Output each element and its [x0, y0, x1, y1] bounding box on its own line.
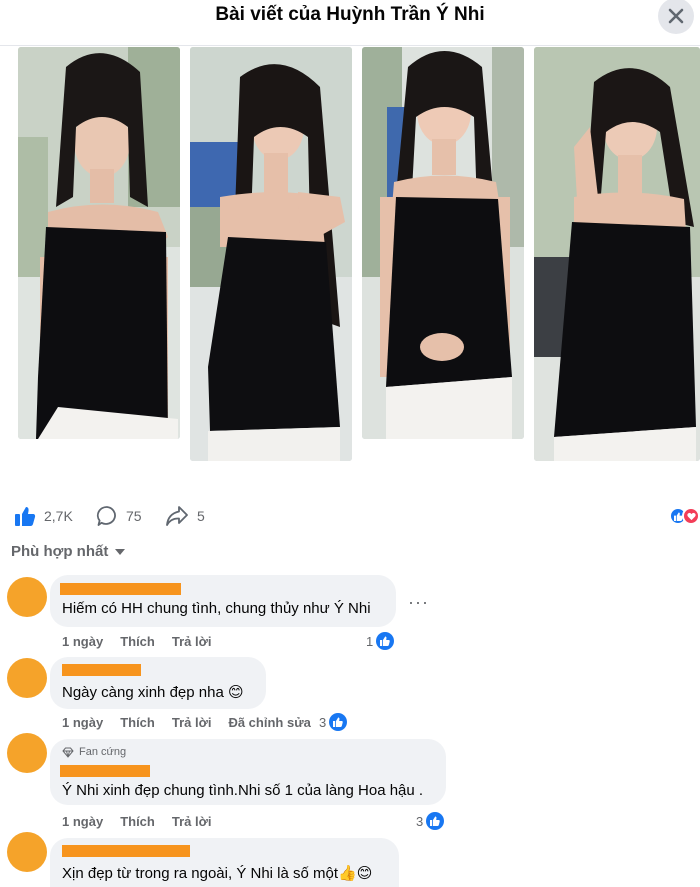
close-button[interactable]	[658, 0, 694, 34]
reaction-badges[interactable]	[669, 507, 700, 525]
reply-action[interactable]: Trả lời	[172, 814, 212, 829]
share-icon	[166, 506, 188, 526]
like-action[interactable]: Thích	[120, 814, 155, 829]
comment-time: 1 ngày	[62, 715, 104, 730]
fan-badge-label: Fan cứng	[79, 746, 127, 758]
redacted-commenter-name[interactable]	[62, 845, 190, 857]
comment-text: Xịn đẹp từ trong ra ngoài, Ý Nhi là số m…	[62, 865, 373, 882]
like-action[interactable]: Thích	[120, 634, 155, 649]
comment-stat[interactable]: 75	[96, 505, 142, 527]
comment-bubble: Hiếm có HH chung tình, chung thủy như Ý …	[50, 575, 396, 627]
edited-label: Đã chỉnh sửa	[228, 715, 311, 730]
love-reaction-icon	[682, 507, 700, 525]
post-photo-1[interactable]	[18, 47, 180, 439]
comment-actions: 1 ngày Thích Trả lời	[62, 634, 228, 649]
share-count: 5	[197, 508, 205, 524]
redacted-commenter-name[interactable]	[60, 583, 181, 595]
post-photo-2[interactable]	[190, 47, 352, 461]
post-stats: 2,7K 75 5	[0, 505, 700, 529]
like-reaction-icon	[329, 713, 348, 731]
reaction-count-text: 3	[319, 714, 327, 730]
comment-reaction-count[interactable]: 3	[416, 812, 445, 830]
like-count: 2,7K	[44, 508, 73, 524]
like-reaction-icon	[376, 632, 395, 650]
comment-count: 75	[126, 508, 142, 524]
more-options-icon[interactable]: ···	[408, 592, 429, 613]
comment-text: Hiếm có HH chung tình, chung thủy như Ý …	[62, 600, 371, 617]
comment-actions: 1 ngày Thích Trả lời	[62, 814, 228, 829]
comment-bubble: Fan cứng Ý Nhi xinh đẹp chung tình.Nhi s…	[50, 739, 446, 805]
reaction-count-text: 1	[366, 633, 374, 649]
post-photo-3[interactable]	[362, 47, 524, 439]
comment-time: 1 ngày	[62, 634, 104, 649]
comment-text: Ngày càng xinh đẹp nha 😊	[62, 684, 244, 701]
dialog-header: Bài viết của Huỳnh Trần Ý Nhi	[0, 0, 700, 46]
commenter-avatar[interactable]	[7, 832, 47, 872]
comment-reaction-count[interactable]: 3	[319, 713, 348, 731]
reply-action[interactable]: Trả lời	[172, 634, 212, 649]
like-action[interactable]: Thích	[120, 715, 155, 730]
commenter-avatar[interactable]	[7, 733, 47, 773]
dialog-title: Bài viết của Huỳnh Trần Ý Nhi	[215, 4, 485, 25]
comment-bubble: Xịn đẹp từ trong ra ngoài, Ý Nhi là số m…	[50, 838, 399, 887]
commenter-avatar[interactable]	[7, 577, 47, 617]
comment-reaction-count[interactable]: 1	[366, 632, 395, 650]
comment-text: Ý Nhi xinh đẹp chung tình.Nhi số 1 của l…	[62, 782, 424, 799]
comment-sort-dropdown[interactable]: Phù hợp nhất	[11, 543, 126, 560]
reaction-count-text: 3	[416, 813, 424, 829]
comment-time: 1 ngày	[62, 814, 104, 829]
like-reaction-icon	[426, 812, 445, 830]
like-stat[interactable]: 2,7K	[14, 505, 73, 527]
reply-action[interactable]: Trả lời	[172, 715, 212, 730]
close-icon	[668, 8, 684, 24]
comment-icon	[96, 506, 116, 526]
commenter-avatar[interactable]	[7, 658, 47, 698]
fan-badge: Fan cứng	[62, 746, 126, 758]
redacted-commenter-name[interactable]	[60, 765, 150, 777]
redacted-commenter-name[interactable]	[62, 664, 141, 676]
share-stat[interactable]: 5	[165, 505, 205, 527]
caret-down-icon	[115, 548, 126, 555]
diamond-icon	[62, 747, 74, 758]
post-photo-4[interactable]	[534, 47, 700, 461]
sort-label: Phù hợp nhất	[11, 543, 109, 560]
comment-actions: 1 ngày Thích Trả lời Đã chỉnh sửa	[62, 715, 328, 730]
thumbs-up-icon	[15, 507, 36, 526]
comment-bubble: Ngày càng xinh đẹp nha 😊	[50, 657, 266, 709]
